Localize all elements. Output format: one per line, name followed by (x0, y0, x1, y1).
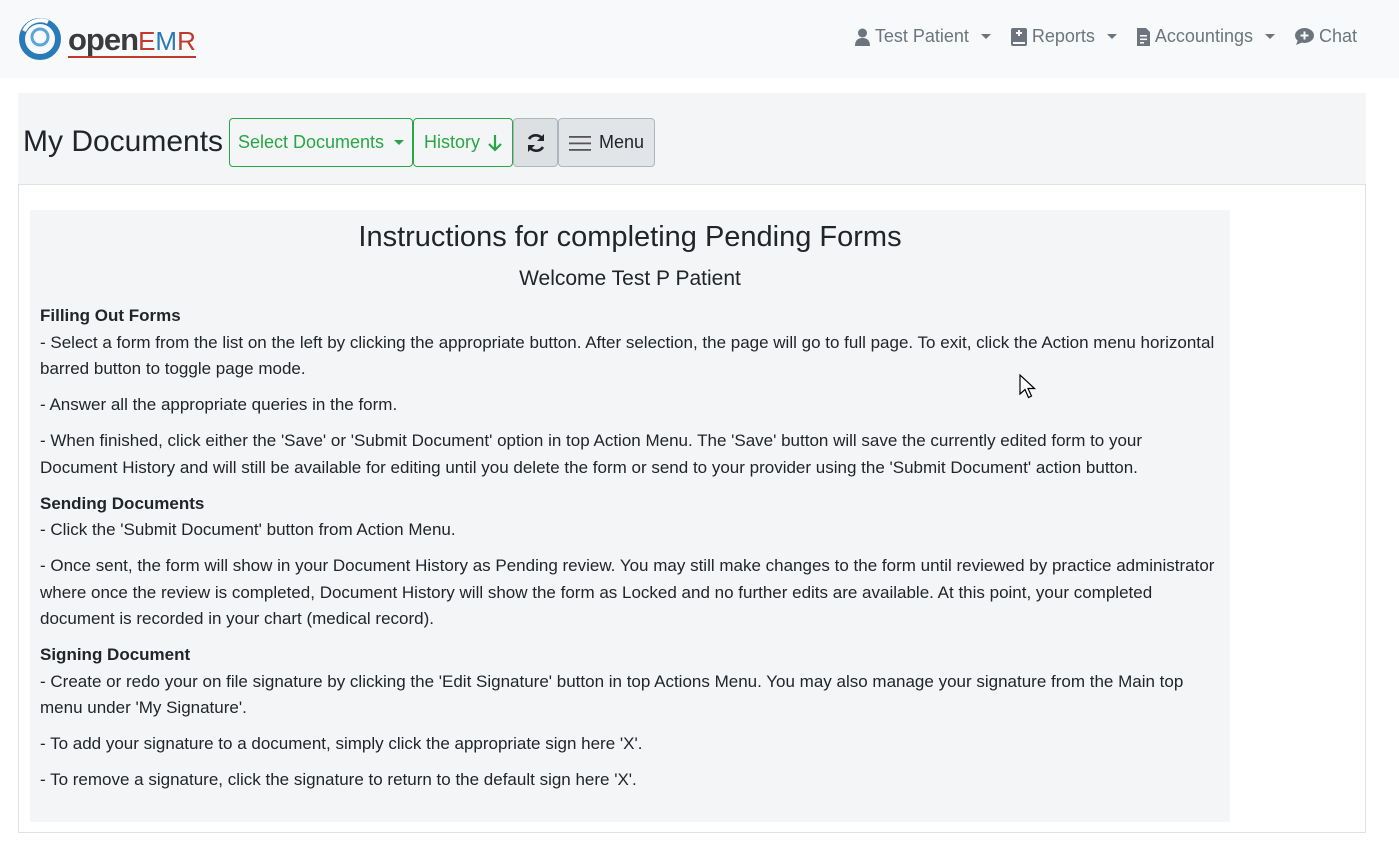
select-documents-label: Select Documents (237, 132, 385, 152)
hamburger-icon (568, 135, 591, 151)
history-button[interactable]: History (413, 118, 513, 167)
chevron-down-icon (1264, 34, 1275, 39)
select-documents-button[interactable]: Select Documents (229, 118, 413, 167)
nav-item-label: Accountings (1154, 26, 1253, 46)
welcome-message: Welcome Test P Patient (519, 267, 741, 290)
file-invoice-icon (1136, 27, 1150, 46)
nav-test-patient-dropdown[interactable]: Test Patient (854, 26, 991, 47)
nav-menu: Test Patient Reports Accountings Chat (854, 26, 1357, 47)
chevron-down-icon (980, 34, 991, 39)
instruction-paragraph: - Create or redo your on file signature … (40, 671, 1184, 718)
chevron-down-icon (394, 140, 405, 145)
nav-accountings-dropdown[interactable]: Accountings (1136, 26, 1275, 47)
book-icon (1010, 27, 1027, 46)
nav-chat-link[interactable]: Chat (1294, 26, 1357, 47)
chevron-down-icon (1106, 34, 1117, 39)
section-heading: Filling Out Forms (40, 306, 181, 325)
openemr-logo[interactable]: openEMR (18, 17, 196, 61)
section-heading: Sending Documents (40, 493, 205, 513)
menu-label: Menu (598, 132, 645, 152)
history-label: History (423, 132, 480, 152)
nav-reports-dropdown[interactable]: Reports (1010, 26, 1117, 47)
instruction-paragraph: - Click the 'Submit Document' button fro… (40, 520, 456, 539)
instruction-paragraph: - Once sent, the form will show in your … (40, 556, 1215, 628)
page-title: My Documents (23, 125, 224, 158)
nav-item-label: Reports (1031, 26, 1095, 46)
instruction-paragraph: - Answer all the appropriate queries in … (40, 395, 398, 414)
instruction-paragraph: - When finished, click either the 'Save'… (40, 431, 1143, 477)
mouse-cursor-icon (1019, 374, 1037, 399)
instruction-paragraph: - To add your signature to a document, s… (40, 734, 643, 753)
refresh-button[interactable] (513, 118, 558, 167)
instructions-body: Filling Out Forms - Select a form from t… (40, 303, 1224, 803)
arrow-down-icon (488, 134, 502, 152)
logo-wordmark: openEMR (68, 21, 196, 58)
chat-icon (1294, 28, 1314, 45)
top-navbar: openEMR Test Patient Reports Accountings… (0, 0, 1399, 78)
section-heading: Signing Document (40, 645, 191, 664)
instructions-panel: Instructions for completing Pending Form… (30, 210, 1230, 822)
user-icon (854, 28, 870, 46)
nav-item-label: Chat (1318, 26, 1357, 46)
action-menu-button[interactable]: Menu (558, 118, 655, 167)
documents-toolbar: My Documents Select Documents History Me… (18, 93, 1366, 184)
instruction-paragraph: - To remove a signature, click the signa… (40, 770, 637, 789)
instructions-title: Instructions for completing Pending Form… (358, 221, 902, 253)
instruction-paragraph: - Select a form from the list on the lef… (40, 332, 1215, 379)
nav-item-label: Test Patient (874, 26, 969, 46)
refresh-icon (527, 133, 544, 152)
logo-swirl-icon (19, 18, 61, 60)
document-content-frame: Instructions for completing Pending Form… (18, 184, 1366, 833)
